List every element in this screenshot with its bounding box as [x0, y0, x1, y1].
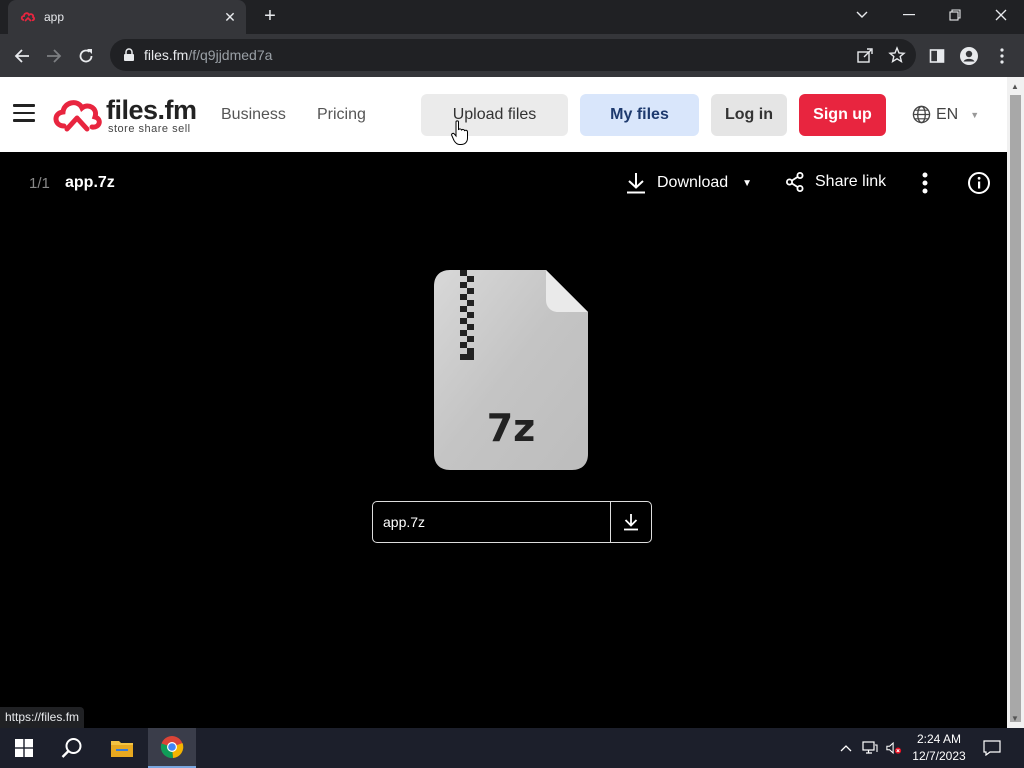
lock-icon[interactable]	[122, 48, 136, 62]
system-clock[interactable]: 2:24 AM 12/7/2023	[905, 731, 973, 765]
network-icon[interactable]	[862, 740, 878, 756]
tab-search-icon[interactable]	[839, 0, 885, 30]
language-code: EN	[936, 105, 959, 123]
file-counter: 1/1	[29, 175, 50, 192]
reload-button[interactable]	[72, 42, 100, 70]
file-name-box: app.7z	[372, 501, 652, 543]
download-label: Download	[657, 174, 729, 191]
show-hidden-icons-icon[interactable]	[838, 740, 854, 756]
bookmark-star-icon[interactable]	[888, 46, 906, 64]
close-window-button[interactable]	[978, 0, 1024, 30]
browser-menu-icon[interactable]	[991, 45, 1013, 67]
url-path: /f/q9jjdmed7a	[188, 47, 273, 63]
share-link-label: Share link	[815, 173, 887, 190]
cloud-logo-icon	[53, 100, 102, 132]
info-icon[interactable]	[967, 171, 991, 195]
page-scrollbar[interactable]: ▲ ▼	[1007, 77, 1024, 728]
site-header: files.fm store share sell Business Prici…	[0, 77, 1007, 152]
files-fm-favicon-icon	[20, 12, 35, 22]
notifications-icon[interactable]	[983, 740, 1001, 756]
chevron-down-icon[interactable]: ▼	[742, 178, 752, 189]
my-files-button[interactable]: My files	[580, 94, 699, 136]
search-icon	[61, 738, 82, 758]
logo-wordmark: files.fm	[106, 95, 197, 125]
clock-date: 12/7/2023	[912, 749, 966, 763]
download-icon	[624, 514, 638, 531]
archive-file-icon: 7z	[434, 270, 588, 470]
new-tab-button[interactable]: +	[258, 5, 282, 29]
scrollbar-thumb[interactable]	[1010, 95, 1021, 722]
scroll-down-arrow-icon[interactable]: ▼	[1011, 714, 1019, 723]
windows-taskbar: 2:24 AM 12/7/2023	[0, 728, 1024, 768]
globe-icon	[912, 105, 931, 124]
share-link-button[interactable]: Share link	[786, 172, 886, 192]
inline-download-button[interactable]	[610, 502, 651, 542]
back-button[interactable]	[8, 42, 36, 70]
hamburger-menu-icon[interactable]	[13, 104, 35, 124]
file-viewer: 1/1 app.7z Download ▼ Share link 7z app.…	[0, 152, 1007, 728]
file-title: app.7z	[65, 174, 115, 191]
profile-icon[interactable]	[958, 45, 980, 67]
share-page-icon[interactable]	[856, 46, 874, 64]
download-button[interactable]: Download ▼	[626, 172, 752, 194]
nav-pricing-link[interactable]: Pricing	[317, 106, 366, 124]
logo-tagline: store share sell	[108, 123, 191, 135]
sign-up-button[interactable]: Sign up	[799, 94, 886, 136]
share-icon	[786, 172, 804, 192]
chrome-icon	[160, 736, 184, 759]
file-extension-label: 7z	[486, 406, 536, 450]
more-options-icon[interactable]	[915, 171, 935, 195]
volume-muted-icon[interactable]	[886, 740, 902, 756]
folder-icon	[111, 741, 133, 757]
side-panel-icon[interactable]	[926, 45, 948, 67]
log-in-button[interactable]: Log in	[711, 94, 787, 136]
minimize-button[interactable]	[886, 0, 932, 30]
files-fm-logo[interactable]: files.fm store share sell	[52, 96, 197, 135]
clock-time: 2:24 AM	[916, 732, 962, 746]
file-name-text: app.7z	[383, 514, 426, 530]
browser-tab-bar: app ✕ +	[0, 0, 1024, 34]
language-selector[interactable]: EN ▼	[912, 105, 979, 124]
chevron-down-icon: ▼	[970, 109, 980, 120]
search-button[interactable]	[48, 728, 96, 768]
address-bar[interactable]: files.fm/f/q9jjdmed7a	[110, 39, 916, 71]
tab-close-icon[interactable]: ✕	[218, 9, 242, 26]
start-button[interactable]	[0, 728, 48, 768]
browser-toolbar: files.fm/f/q9jjdmed7a	[0, 34, 1024, 77]
restore-button[interactable]	[932, 0, 978, 30]
chrome-taskbar-button[interactable]	[148, 728, 196, 768]
scroll-up-arrow-icon[interactable]: ▲	[1011, 82, 1019, 91]
file-explorer-button[interactable]	[98, 728, 146, 768]
nav-business-link[interactable]: Business	[221, 106, 286, 124]
forward-button[interactable]	[40, 42, 68, 70]
url-host: files.fm	[144, 47, 189, 63]
windows-logo-icon	[15, 739, 33, 757]
download-icon	[627, 173, 645, 194]
upload-files-button[interactable]: Upload files	[421, 94, 568, 136]
browser-tab[interactable]: app ✕	[8, 0, 246, 34]
link-status-bubble: https://files.fm	[0, 707, 85, 728]
hand-cursor-icon	[451, 120, 468, 145]
tab-title: app	[44, 10, 65, 24]
